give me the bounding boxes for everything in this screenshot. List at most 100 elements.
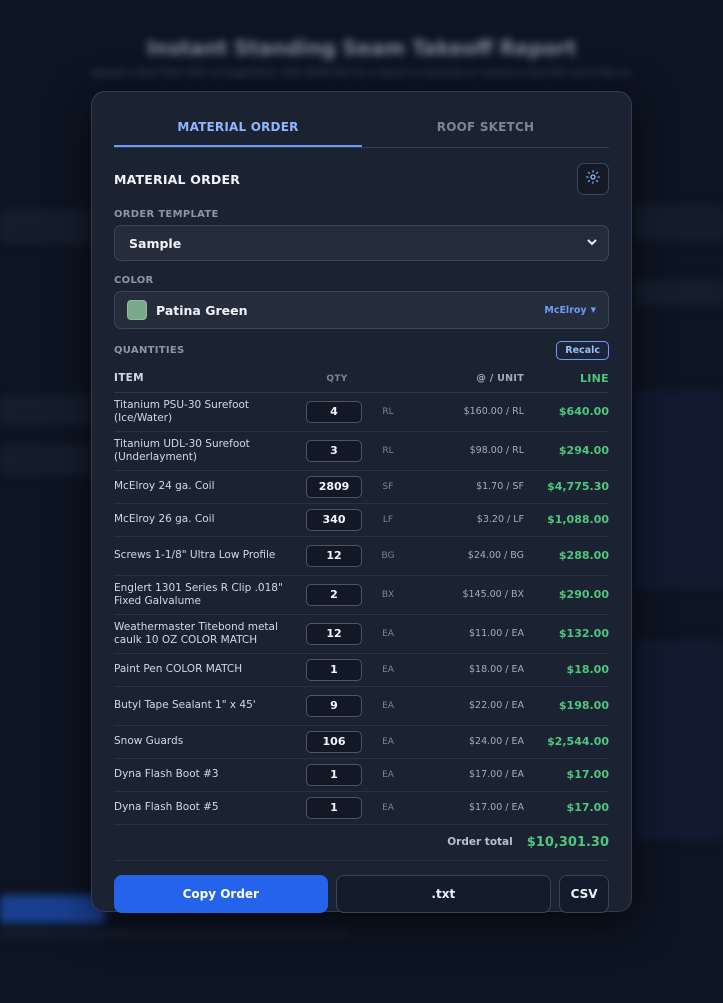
order-template-label: ORDER TEMPLATE	[114, 209, 219, 220]
table-row: Titanium PSU-30 Surefoot (Ice/Water) RL$1…	[114, 392, 609, 432]
order-total-label: Order total	[447, 836, 513, 848]
table-row: Screws 1-1/8" Ultra Low Profile BG$24.00 …	[114, 536, 609, 576]
unit-price: $11.00 / EA	[408, 614, 524, 654]
qty-input[interactable]	[306, 763, 362, 786]
unit-price: $18.00 / EA	[408, 653, 524, 687]
tab-material-order[interactable]: MATERIAL ORDER	[114, 92, 362, 147]
unit-of-measure: EA	[368, 686, 408, 726]
unit-of-measure: BG	[368, 536, 408, 576]
qty-cell	[306, 686, 368, 726]
qty-cell	[306, 791, 368, 825]
tab-roof-sketch[interactable]: ROOF SKETCH	[362, 92, 609, 147]
order-total-row: Order total $10,301.30	[114, 825, 609, 861]
line-total: $288.00	[524, 536, 609, 576]
qty-cell	[306, 614, 368, 654]
table-row: Snow Guards EA$24.00 / EA$2,544.00	[114, 725, 609, 759]
settings-button[interactable]	[577, 163, 609, 195]
download-csv-button[interactable]: CSV	[559, 874, 609, 913]
item-name: Englert 1301 Series R Clip .018" Fixed G…	[114, 575, 306, 615]
color-label: COLOR	[114, 275, 154, 286]
quantities-header: QUANTITIES Recalc	[114, 340, 609, 360]
unit-price: $1.70 / SF	[408, 470, 524, 504]
unit-of-measure: RL	[368, 392, 408, 432]
column-header-item: ITEM	[114, 366, 306, 393]
section-header: MATERIAL ORDER	[114, 163, 609, 195]
unit-of-measure: LF	[368, 503, 408, 537]
unit-of-measure: EA	[368, 758, 408, 792]
column-header-line: LINE	[524, 366, 609, 393]
item-name: McElroy 24 ga. Coil	[114, 470, 306, 504]
chevron-down-icon	[586, 236, 598, 251]
unit-of-measure: SF	[368, 470, 408, 504]
quantities-label: QUANTITIES	[114, 344, 185, 356]
qty-cell	[306, 536, 368, 576]
color-swatch	[127, 300, 147, 320]
caret-down-icon: ▼	[590, 306, 596, 314]
item-name: Dyna Flash Boot #5	[114, 791, 306, 825]
unit-of-measure: EA	[368, 791, 408, 825]
line-total: $1,088.00	[524, 503, 609, 537]
line-total: $17.00	[524, 758, 609, 792]
qty-input[interactable]	[306, 658, 362, 681]
table-row: Englert 1301 Series R Clip .018" Fixed G…	[114, 575, 609, 615]
table-row: Titanium UDL-30 Surefoot (Underlayment) R…	[114, 431, 609, 471]
qty-cell	[306, 392, 368, 432]
qty-input[interactable]	[306, 694, 362, 717]
section-title: MATERIAL ORDER	[114, 171, 241, 187]
qty-input[interactable]	[306, 796, 362, 819]
unit-price: $17.00 / EA	[408, 791, 524, 825]
item-name: Dyna Flash Boot #3	[114, 758, 306, 792]
line-total: $294.00	[524, 431, 609, 471]
qty-input[interactable]	[306, 508, 362, 531]
column-header-uom	[368, 366, 408, 393]
brand-dropdown[interactable]: McElroy	[544, 305, 586, 316]
item-name: Titanium PSU-30 Surefoot (Ice/Water)	[114, 392, 306, 432]
item-name: Snow Guards	[114, 725, 306, 759]
table-row: Paint Pen COLOR MATCH EA$18.00 / EA$18.00	[114, 653, 609, 687]
unit-of-measure: EA	[368, 653, 408, 687]
line-total: $640.00	[524, 392, 609, 432]
background-subtitle: Upload a Roof Plan PDF or EagleView, wit…	[89, 68, 634, 79]
color-picker[interactable]: Patina Green McElroy ▼	[114, 291, 609, 329]
column-header-qty: QTY	[306, 366, 368, 393]
unit-of-measure: RL	[368, 431, 408, 471]
item-name: Titanium UDL-30 Surefoot (Underlayment)	[114, 431, 306, 471]
recalc-button[interactable]: Recalc	[556, 340, 609, 360]
column-header-unit: @ / UNIT	[408, 366, 524, 393]
item-name: Paint Pen COLOR MATCH	[114, 653, 306, 687]
order-template-select[interactable]: Sample	[114, 225, 609, 261]
table-row: Dyna Flash Boot #3 EA$17.00 / EA$17.00	[114, 758, 609, 792]
qty-input[interactable]	[306, 622, 362, 645]
qty-input[interactable]	[306, 583, 362, 606]
line-total: $18.00	[524, 653, 609, 687]
line-total: $198.00	[524, 686, 609, 726]
qty-input[interactable]	[306, 730, 362, 753]
qty-cell	[306, 431, 368, 471]
unit-price: $160.00 / RL	[408, 392, 524, 432]
item-name: Screws 1-1/8" Ultra Low Profile	[114, 536, 306, 576]
qty-input[interactable]	[306, 400, 362, 423]
unit-price: $98.00 / RL	[408, 431, 524, 471]
unit-price: $3.20 / LF	[408, 503, 524, 537]
copy-order-button[interactable]: Copy Order	[114, 874, 328, 913]
download-txt-button[interactable]: .txt	[335, 874, 552, 913]
line-total: $17.00	[524, 791, 609, 825]
qty-cell	[306, 470, 368, 504]
line-total: $132.00	[524, 614, 609, 654]
unit-of-measure: BX	[368, 575, 408, 615]
item-name: Weathermaster Titebond metal caulk 10 OZ…	[114, 614, 306, 654]
color-name: Patina Green	[156, 302, 248, 318]
order-total-value: $10,301.30	[526, 834, 609, 850]
tab-bar: MATERIAL ORDER ROOF SKETCH	[114, 92, 609, 148]
qty-input[interactable]	[306, 544, 362, 567]
unit-price: $24.00 / EA	[408, 725, 524, 759]
order-template-value: Sample	[129, 235, 182, 251]
unit-of-measure: EA	[368, 725, 408, 759]
unit-price: $17.00 / EA	[408, 758, 524, 792]
line-total: $290.00	[524, 575, 609, 615]
qty-input[interactable]	[306, 475, 362, 498]
qty-input[interactable]	[306, 439, 362, 462]
item-name: Butyl Tape Sealant 1" x 45'	[114, 686, 306, 726]
table-row: Butyl Tape Sealant 1" x 45' EA$22.00 / EA…	[114, 686, 609, 726]
quantities-table: ITEM QTY @ / UNIT LINE Titanium PSU-30 S…	[114, 366, 609, 825]
